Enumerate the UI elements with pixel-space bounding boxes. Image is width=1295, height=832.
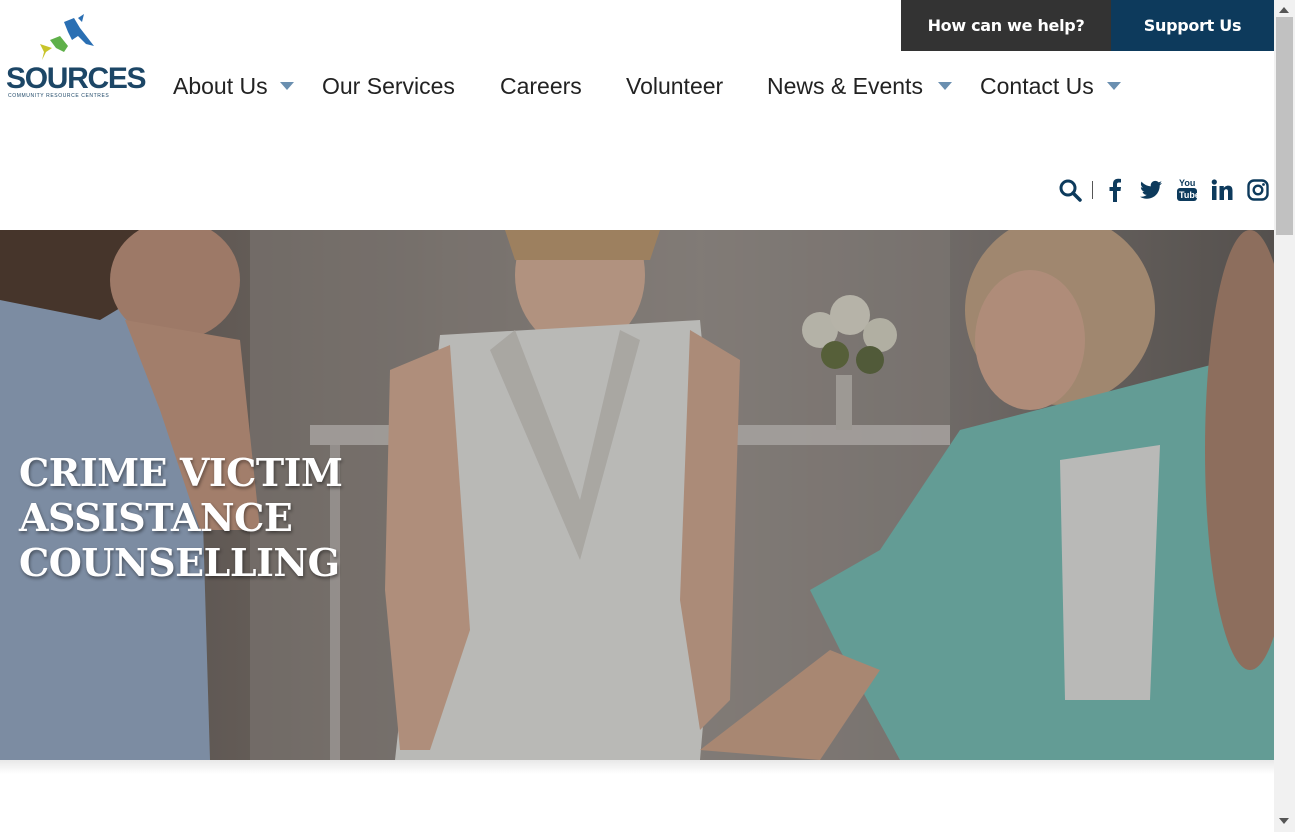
logo-tagline: COMMUNITY RESOURCE CENTRES: [8, 93, 110, 99]
nav-item-our-services[interactable]: Our Services: [322, 70, 455, 102]
chevron-down-icon[interactable]: [280, 82, 294, 90]
page-scrollbar[interactable]: [1274, 0, 1295, 832]
hero-title-line-1: CRIME VICTIM ASSISTANCE: [19, 450, 343, 540]
scroll-down-arrow-icon[interactable]: [1279, 818, 1289, 824]
facebook-icon[interactable]: [1102, 176, 1128, 204]
nav-item-volunteer[interactable]: Volunteer: [626, 70, 723, 102]
nav-item-news-events[interactable]: News & Events: [767, 70, 923, 102]
hero-shadow: [0, 760, 1274, 774]
nav-item-careers[interactable]: Careers: [500, 70, 582, 102]
linkedin-icon[interactable]: [1209, 176, 1235, 204]
nav-item-contact-us[interactable]: Contact Us: [980, 70, 1094, 102]
support-us-button[interactable]: Support Us: [1111, 0, 1274, 51]
instagram-icon[interactable]: [1245, 176, 1271, 204]
chevron-down-icon[interactable]: [1107, 82, 1121, 90]
svg-text:Tube: Tube: [1179, 190, 1198, 200]
birds-logo-icon: [40, 14, 94, 60]
social-bar: You Tube: [0, 176, 1274, 206]
sources-logo[interactable]: SOURCES COMMUNITY RESOURCE CENTRES: [4, 14, 147, 104]
chevron-down-icon[interactable]: [938, 82, 952, 90]
scroll-up-arrow-icon[interactable]: [1279, 7, 1289, 13]
how-can-we-help-button[interactable]: How can we help?: [901, 0, 1111, 51]
svg-text:You: You: [1179, 178, 1195, 188]
hero-banner: CRIME VICTIM ASSISTANCE COUNSELLING: [0, 230, 1274, 760]
hero-title-line-2: COUNSELLING: [19, 540, 340, 585]
hero-title: CRIME VICTIM ASSISTANCE COUNSELLING: [19, 450, 619, 585]
search-icon[interactable]: [1057, 176, 1083, 204]
scrollbar-thumb[interactable]: [1276, 17, 1293, 235]
page: SOURCES COMMUNITY RESOURCE CENTRES How c…: [0, 0, 1274, 832]
twitter-icon[interactable]: [1138, 176, 1164, 204]
youtube-icon[interactable]: You Tube: [1174, 176, 1200, 204]
social-divider: [1092, 181, 1093, 199]
nav-item-about-us[interactable]: About Us: [173, 70, 268, 102]
logo-wordmark: SOURCES: [6, 62, 147, 95]
